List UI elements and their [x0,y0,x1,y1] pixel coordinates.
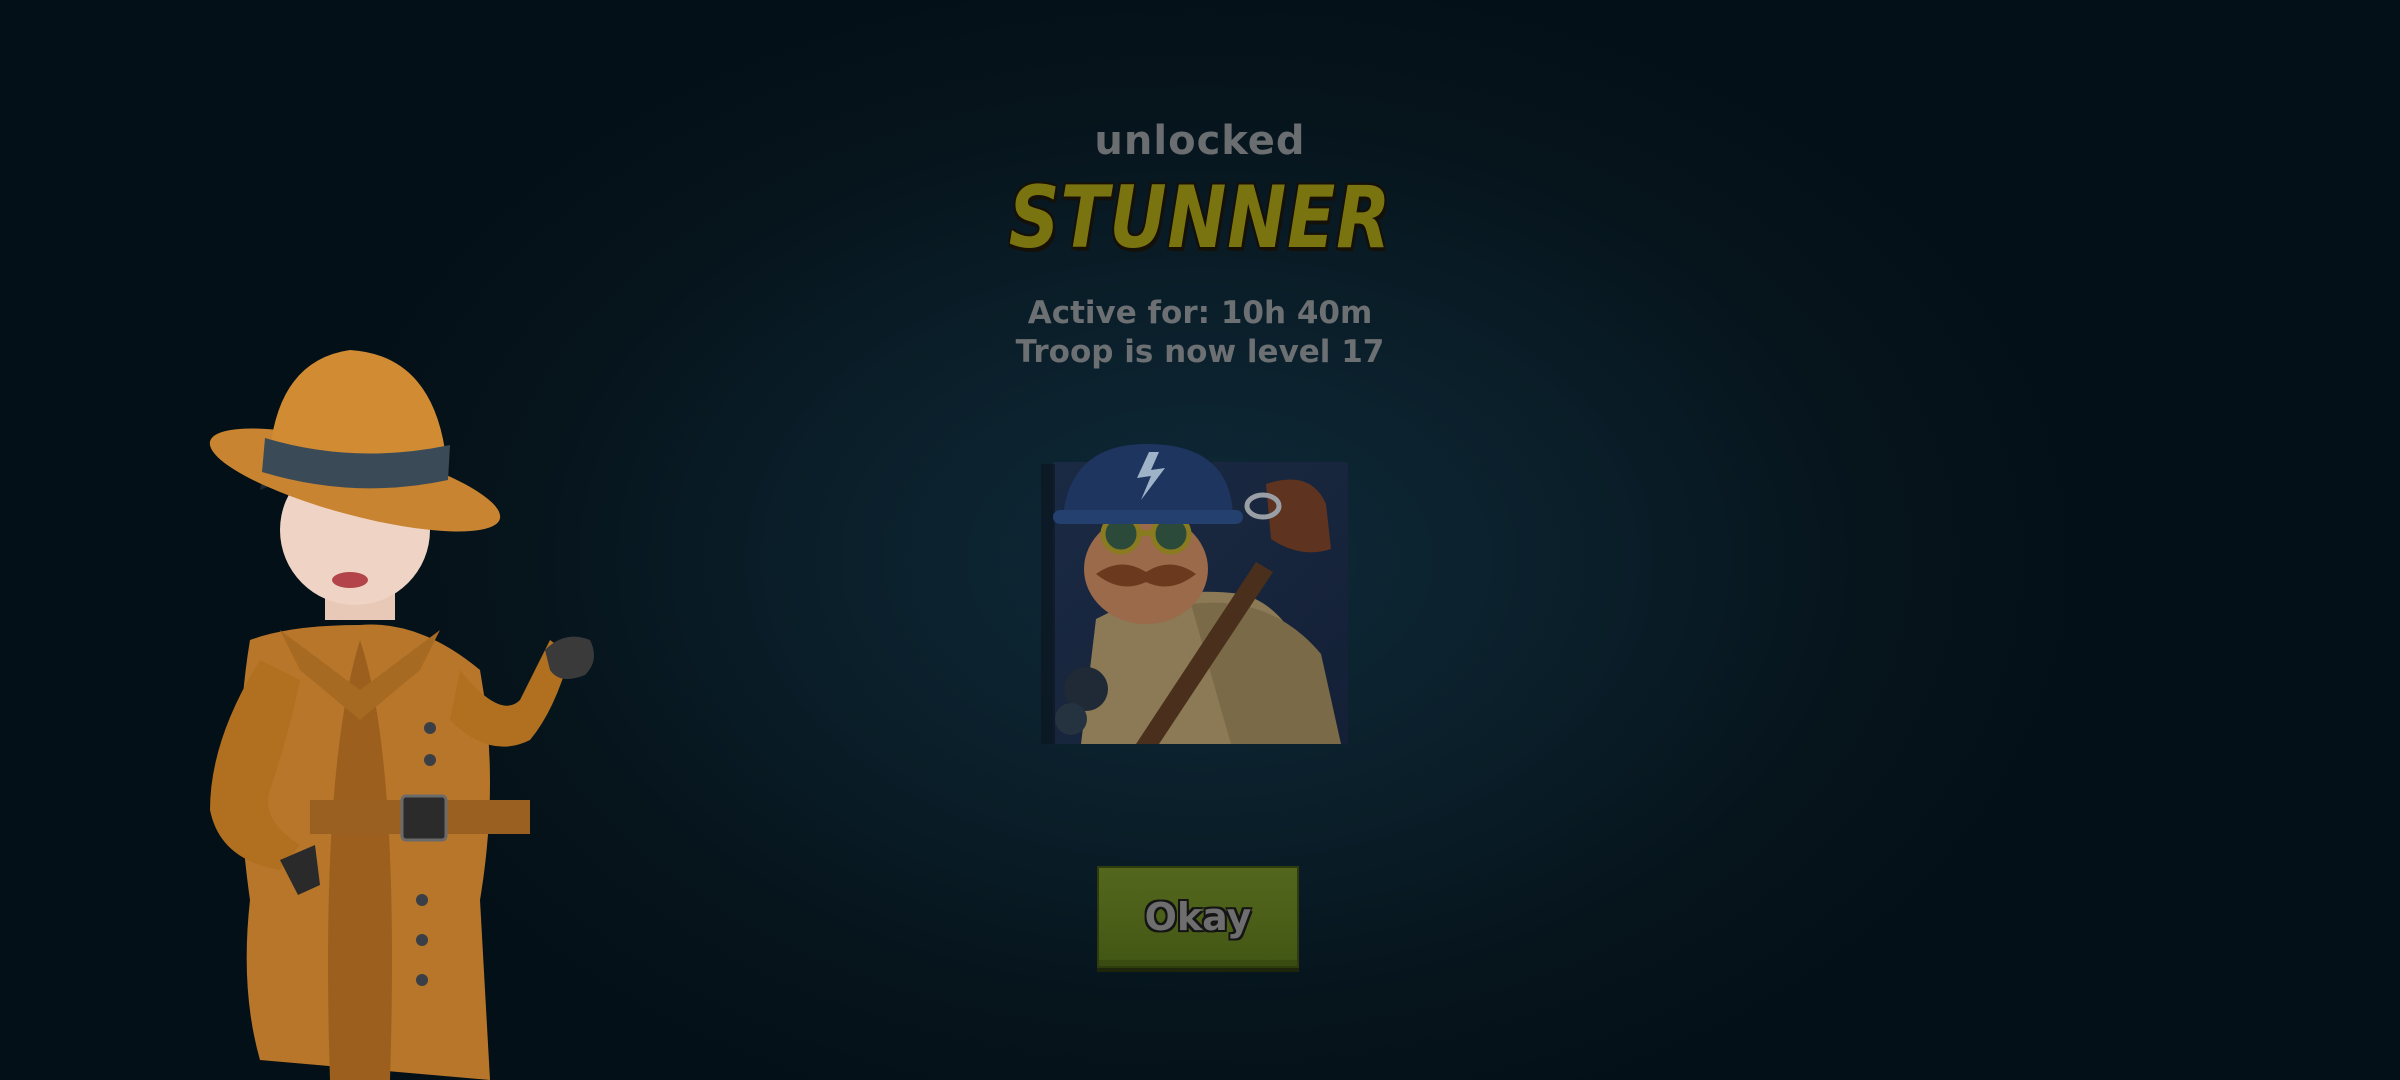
unlock-popup: unlocked STUNNER Active for: 10h 40m Tro… [0,0,2400,1080]
unlocked-subtitle: unlocked [1094,118,1306,164]
detective-advisor-character [190,340,610,1080]
active-duration-text: Active for: 10h 40m [1027,295,1373,331]
okay-button[interactable]: Okay [1097,866,1299,968]
stunner-portrait-icon [1041,444,1348,744]
okay-button-label: Okay [1144,895,1252,939]
troop-name-title: STUNNER [1008,168,1392,268]
